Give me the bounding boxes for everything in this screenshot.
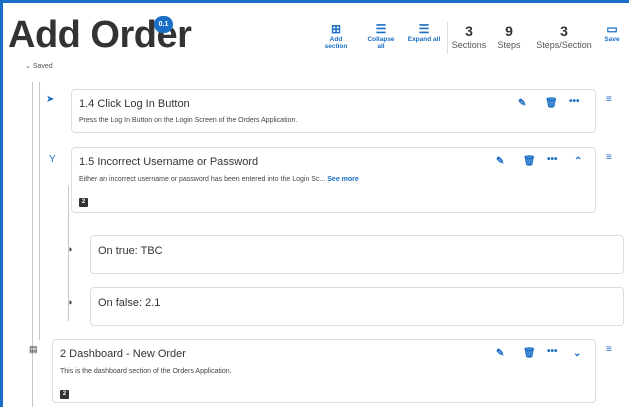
document-icon: ▤ bbox=[29, 344, 38, 354]
stat-steps-label: Steps bbox=[497, 40, 521, 50]
edit-icon[interactable]: ✎ bbox=[518, 98, 526, 109]
section-description: This is the dashboard section of the Ord… bbox=[60, 368, 232, 375]
branch-true-icon: ◑ bbox=[67, 244, 73, 254]
drag-handle-icon[interactable]: ≡ bbox=[606, 152, 612, 163]
delete-icon[interactable]: 🗑 bbox=[545, 98, 558, 109]
branch-false-icon: ◑ bbox=[67, 297, 73, 307]
step-description: Press the Log In Button on the Login Scr… bbox=[79, 117, 298, 124]
stat-sections-label: Sections bbox=[451, 40, 487, 50]
more-icon[interactable]: ••• bbox=[547, 346, 558, 357]
branch-card-true[interactable]: On true: TBC bbox=[90, 235, 624, 274]
expand-all-label: Expand all bbox=[407, 36, 441, 43]
see-more-link[interactable]: See more bbox=[327, 176, 359, 183]
section-title: 2 Dashboard - New Order bbox=[60, 348, 186, 360]
branch-label: On true: TBC bbox=[98, 245, 163, 257]
stat-steps-per-section: 3 Steps/Section bbox=[532, 23, 596, 51]
expand-all-button[interactable]: ☰ Expand all bbox=[404, 22, 444, 43]
branch-count-badge: 2 bbox=[79, 198, 88, 207]
collapse-all-label-1: Collapse bbox=[367, 36, 395, 43]
step-description-row: Either an incorrect username or password… bbox=[79, 176, 359, 183]
drag-handle-icon[interactable]: ≡ bbox=[606, 344, 612, 355]
folder-icon: ▭ bbox=[606, 22, 618, 36]
add-section-label-1: Add bbox=[329, 36, 343, 43]
save-button[interactable]: ▭ Save bbox=[601, 22, 623, 43]
edit-icon[interactable]: ✎ bbox=[496, 156, 504, 167]
decision-fork-icon: Y bbox=[49, 154, 56, 165]
add-section-button[interactable]: ⊞ Add section bbox=[323, 22, 349, 50]
saved-status: ⌄ Saved bbox=[25, 62, 53, 70]
collapse-all-button[interactable]: ☰ Collapse all bbox=[365, 22, 397, 50]
collapse-all-label-2: all bbox=[377, 43, 385, 50]
chevron-up-icon[interactable]: ⌃ bbox=[574, 156, 582, 167]
branch-label: On false: 2.1 bbox=[98, 297, 161, 309]
chevron-down-icon[interactable]: ⌄ bbox=[573, 348, 581, 359]
step-card-1-5[interactable]: 1.5 Incorrect Username or Password Eithe… bbox=[71, 147, 596, 213]
stat-steps: 9 Steps bbox=[494, 23, 524, 51]
save-label: Save bbox=[604, 36, 620, 43]
add-section-label-2: section bbox=[324, 43, 348, 50]
more-icon[interactable]: ••• bbox=[547, 154, 558, 165]
delete-icon[interactable]: 🗑 bbox=[523, 156, 536, 167]
stat-steps-value: 9 bbox=[505, 23, 513, 39]
step-title: 1.4 Click Log In Button bbox=[79, 98, 190, 110]
drag-handle-icon[interactable]: ≡ bbox=[606, 94, 612, 105]
branch-card-false[interactable]: On false: 2.1 bbox=[90, 287, 624, 326]
more-icon[interactable]: ••• bbox=[569, 96, 580, 107]
cursor-click-icon: ➤ bbox=[46, 94, 55, 105]
step-description: Either an incorrect username or password… bbox=[79, 176, 326, 183]
step-count-badge: 2 bbox=[60, 390, 69, 399]
section-card-2[interactable]: 2 Dashboard - New Order This is the dash… bbox=[52, 339, 596, 403]
expand-all-icon: ☰ bbox=[418, 22, 430, 36]
stat-steps-per-section-label: Steps/Section bbox=[536, 40, 592, 50]
step-card-1-4[interactable]: 1.4 Click Log In Button Press the Log In… bbox=[71, 89, 596, 133]
stat-sections: 3 Sections bbox=[449, 23, 489, 51]
app-frame: Add Order 0.1 ⌄ Saved ⊞ Add section ☰ Co… bbox=[0, 0, 629, 407]
tree-line-inner bbox=[39, 82, 40, 340]
stat-sections-value: 3 bbox=[465, 23, 473, 39]
stat-steps-per-section-value: 3 bbox=[560, 23, 568, 39]
chevron-down-icon: ⌄ bbox=[25, 63, 31, 70]
collapse-all-icon: ☰ bbox=[375, 22, 387, 36]
step-title: 1.5 Incorrect Username or Password bbox=[79, 156, 259, 168]
delete-icon[interactable]: 🗑 bbox=[523, 348, 536, 359]
toolbar-divider bbox=[447, 22, 448, 54]
tree-line-outer bbox=[32, 82, 33, 407]
version-badge: 0.1 bbox=[154, 16, 173, 33]
add-section-icon: ⊞ bbox=[330, 22, 342, 36]
edit-icon[interactable]: ✎ bbox=[496, 348, 504, 359]
saved-label: Saved bbox=[32, 63, 53, 70]
